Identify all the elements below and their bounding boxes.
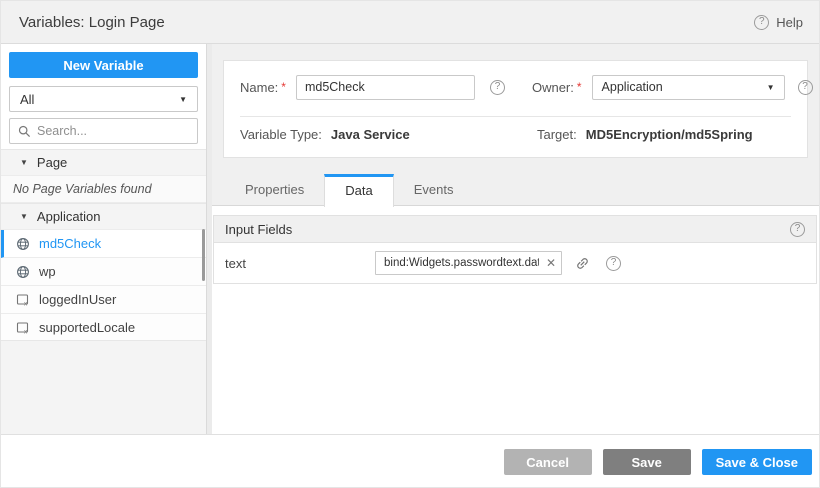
bind-value-input[interactable] xyxy=(376,257,541,269)
static-variable-icon: x xyxy=(16,293,30,307)
cancel-button[interactable]: Cancel xyxy=(504,449,592,475)
form-divider xyxy=(240,116,791,117)
input-fields-help-icon[interactable]: ? xyxy=(790,222,805,237)
tab-data[interactable]: Data xyxy=(324,174,393,207)
variables-dialog: Variables: Login Page ? Help New Variabl… xyxy=(0,0,820,488)
required-marker: * xyxy=(281,80,286,94)
variable-name-input[interactable] xyxy=(296,75,475,100)
tab-properties[interactable]: Properties xyxy=(225,174,324,206)
sidebar-scrollbar[interactable] xyxy=(202,229,205,281)
name-owner-row: Name: * ? Owner: * Application ▼ ? xyxy=(240,74,795,100)
caret-down-icon: ▼ xyxy=(20,212,28,221)
owner-help-icon[interactable]: ? xyxy=(798,80,813,95)
bind-link-icon[interactable] xyxy=(575,256,590,271)
input-field-row: text ✕ ? xyxy=(213,243,817,284)
variable-type-pair: Variable Type: Java Service xyxy=(240,127,410,142)
main-panel: Name: * ? Owner: * Application ▼ ? xyxy=(212,44,820,434)
new-variable-button[interactable]: New Variable xyxy=(9,52,198,78)
variable-summary-area: Name: * ? Owner: * Application ▼ ? xyxy=(212,44,820,174)
save-and-close-button[interactable]: Save & Close xyxy=(702,449,812,475)
owner-label: Owner: xyxy=(532,80,574,95)
type-target-row: Variable Type: Java Service Target: MD5E… xyxy=(240,127,795,149)
input-fields-title: Input Fields xyxy=(225,222,292,237)
bind-value-box: ✕ xyxy=(375,251,562,275)
field-name-label: text xyxy=(225,256,375,271)
owner-selected-value: Application xyxy=(602,80,663,94)
service-variable-icon xyxy=(16,237,30,251)
variable-item-supportedlocale[interactable]: x supportedLocale xyxy=(1,314,206,342)
target-pair: Target: MD5Encryption/md5Spring xyxy=(537,127,753,142)
variable-filter-select[interactable]: All ▼ xyxy=(9,86,198,112)
page-empty-message: No Page Variables found xyxy=(1,176,206,203)
dialog-header: Variables: Login Page ? Help xyxy=(1,1,820,44)
help-button[interactable]: ? Help xyxy=(754,15,803,30)
owner-group: Owner: * Application ▼ ? xyxy=(532,75,813,100)
variables-sidebar: New Variable All ▼ ▼ Page No Page Variab… xyxy=(1,44,206,434)
variable-type-label: Variable Type: xyxy=(240,127,322,142)
name-help-icon[interactable]: ? xyxy=(490,80,505,95)
input-fields-section: Input Fields ? text ✕ ? xyxy=(213,215,817,284)
service-variable-icon xyxy=(16,265,30,279)
required-marker: * xyxy=(577,80,582,94)
tab-bar: Properties Data Events xyxy=(212,174,820,206)
data-tab-content: Input Fields ? text ✕ ? xyxy=(212,207,820,434)
target-label: Target: xyxy=(537,127,577,142)
section-page[interactable]: ▼ Page xyxy=(1,149,206,176)
search-icon xyxy=(18,125,31,138)
variable-item-loggedinuser[interactable]: x loggedInUser xyxy=(1,286,206,314)
variable-type-value: Java Service xyxy=(331,127,410,142)
variable-item-md5check[interactable]: md5Check xyxy=(1,230,206,258)
dialog-footer: Cancel Save Save & Close xyxy=(1,434,820,488)
variable-list: ▼ Page No Page Variables found ▼ Applica… xyxy=(1,149,206,342)
save-button[interactable]: Save xyxy=(603,449,691,475)
search-input[interactable] xyxy=(37,124,177,138)
page-title: Variables: Login Page xyxy=(19,14,165,31)
chevron-down-icon: ▼ xyxy=(179,95,187,104)
chevron-down-icon: ▼ xyxy=(767,83,775,92)
section-application[interactable]: ▼ Application xyxy=(1,203,206,230)
field-help-icon[interactable]: ? xyxy=(606,256,621,271)
sidebar-filler xyxy=(1,340,206,434)
name-label: Name: xyxy=(240,80,278,95)
variable-search[interactable] xyxy=(9,118,198,144)
help-label: Help xyxy=(776,15,803,30)
tab-events[interactable]: Events xyxy=(394,174,474,206)
variable-summary-box: Name: * ? Owner: * Application ▼ ? xyxy=(223,60,808,158)
static-variable-icon: x xyxy=(16,321,30,335)
help-icon: ? xyxy=(754,15,769,30)
clear-bind-icon[interactable]: ✕ xyxy=(541,252,561,274)
caret-down-icon: ▼ xyxy=(20,158,28,167)
filter-selected-value: All xyxy=(20,92,34,107)
variable-item-wp[interactable]: wp xyxy=(1,258,206,286)
target-value: MD5Encryption/md5Spring xyxy=(586,127,753,142)
input-fields-header: Input Fields ? xyxy=(213,215,817,243)
owner-select[interactable]: Application ▼ xyxy=(592,75,785,100)
